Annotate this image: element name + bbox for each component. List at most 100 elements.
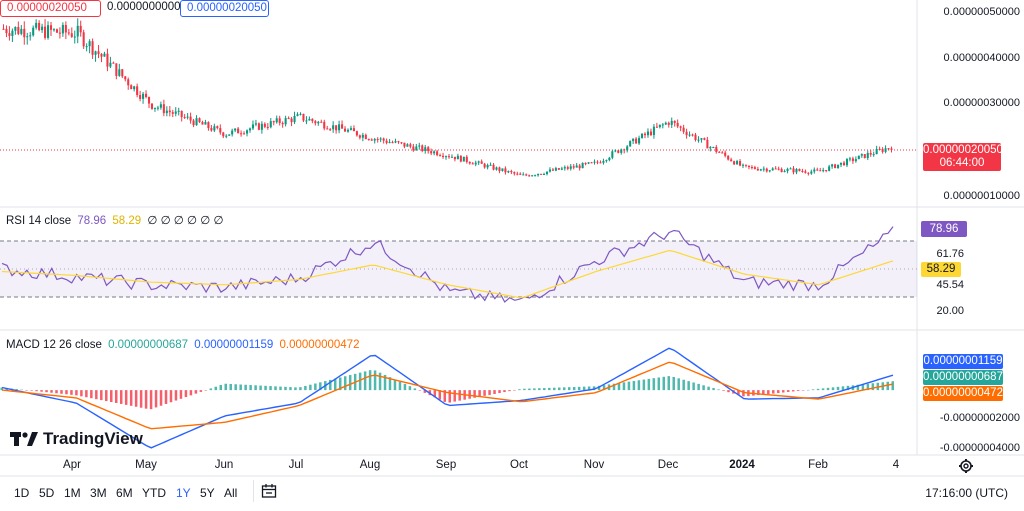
candle [465, 155, 468, 164]
macd-hist-bar [548, 387, 551, 391]
candle [605, 159, 608, 163]
macd-legend[interactable]: MACD 12 26 close 0.00000000687 0.0000000… [6, 338, 362, 352]
macd-hist-bar [274, 386, 277, 391]
candle [189, 112, 192, 124]
candle [673, 120, 676, 127]
candle [20, 24, 23, 36]
macd-hist-bar [289, 387, 292, 391]
candle [860, 153, 863, 158]
candle [133, 85, 136, 92]
candle [332, 121, 335, 133]
range-button-all[interactable]: All [224, 486, 237, 500]
candle [112, 61, 115, 64]
macd-hist-bar [781, 390, 785, 393]
time-axis-label: Oct [510, 459, 528, 471]
candle [228, 134, 231, 136]
rsi-legend[interactable]: RSI 14 close 78.96 58.29 ∅ ∅ ∅ ∅ ∅ ∅ [6, 214, 226, 228]
candle [837, 164, 840, 169]
candle [456, 153, 459, 160]
macd-hist-bar [368, 370, 372, 391]
settings-gear-icon[interactable] [958, 458, 974, 474]
candle [869, 150, 872, 157]
candle [180, 110, 183, 122]
candle [801, 168, 804, 173]
utc-clock[interactable]: 17:16:00 (UTC) [925, 486, 1008, 500]
candle [537, 173, 540, 177]
candle [275, 115, 278, 124]
macd-hist-bar [299, 387, 302, 391]
range-button-1m[interactable]: 1M [64, 486, 81, 500]
candle [807, 172, 810, 176]
candle [498, 166, 501, 174]
macd-hist-bar [533, 388, 536, 391]
candle [462, 156, 465, 162]
candle [388, 139, 391, 144]
macd-hist-bar [134, 390, 138, 407]
candle [201, 120, 204, 125]
macd-hist-bar [707, 386, 710, 391]
candle [685, 128, 688, 139]
range-button-5d[interactable]: 5D [39, 486, 54, 500]
macd-hist-bar [622, 382, 626, 391]
candle [542, 172, 546, 176]
range-button-5y[interactable]: 5Y [200, 486, 215, 500]
time-axis-label: 2024 [729, 459, 755, 471]
candle [415, 143, 418, 151]
candle [878, 146, 881, 150]
macd-axis-label: -0.00000002000 [939, 412, 1020, 424]
candle [430, 148, 433, 156]
macd-hist-bar [398, 381, 402, 391]
range-button-3m[interactable]: 3M [90, 486, 107, 500]
candle [311, 118, 314, 124]
macd-hist-bar [647, 378, 651, 391]
chart-canvas[interactable] [0, 0, 1024, 511]
candle [97, 45, 100, 59]
macd-hist-bar [169, 390, 173, 403]
candle [863, 154, 866, 159]
candle [355, 130, 358, 137]
candle [67, 28, 70, 36]
macd-hist-bar [523, 388, 526, 391]
candle [854, 156, 857, 163]
macd-hist-bar [687, 381, 690, 391]
macd-hist-bar [55, 390, 58, 394]
macd-hist-bar [836, 386, 840, 391]
candle [822, 167, 825, 173]
candle [266, 123, 269, 130]
range-button-ytd[interactable]: YTD [142, 486, 166, 500]
candle [575, 162, 578, 168]
candle [593, 159, 596, 165]
rsi-extra: ∅ ∅ ∅ ∅ ∅ ∅ [147, 215, 224, 227]
macd-hist-bar [821, 388, 825, 391]
candle [418, 142, 421, 150]
range-button-1y[interactable]: 1Y [176, 486, 191, 500]
candle [352, 125, 355, 132]
candle [783, 169, 786, 173]
candle [459, 155, 462, 163]
candle [296, 112, 299, 117]
macd-hist-bar [393, 379, 397, 391]
candle [234, 128, 237, 133]
macd-hist-bar [214, 386, 218, 391]
candle [507, 170, 510, 174]
range-button-1d[interactable]: 1D [14, 486, 29, 500]
candle [278, 115, 281, 126]
macd-hist-bar [25, 390, 28, 391]
macd-hist-bar [697, 383, 700, 391]
range-button-6m[interactable]: 6M [116, 486, 133, 500]
macd-hist-bar [294, 387, 297, 391]
date-range-calendar-icon[interactable] [261, 483, 277, 499]
candle [845, 158, 849, 168]
candle [510, 169, 513, 175]
candle [839, 162, 843, 168]
candle [272, 120, 275, 126]
candle [207, 121, 210, 131]
candle [403, 142, 406, 149]
macd-hist-bar [284, 386, 287, 391]
macd-hist-bar [677, 378, 680, 391]
candle [670, 117, 673, 128]
candle [115, 63, 118, 80]
candle [727, 155, 730, 161]
candle [646, 128, 650, 138]
tradingview-logo[interactable]: TradingView [10, 429, 143, 449]
